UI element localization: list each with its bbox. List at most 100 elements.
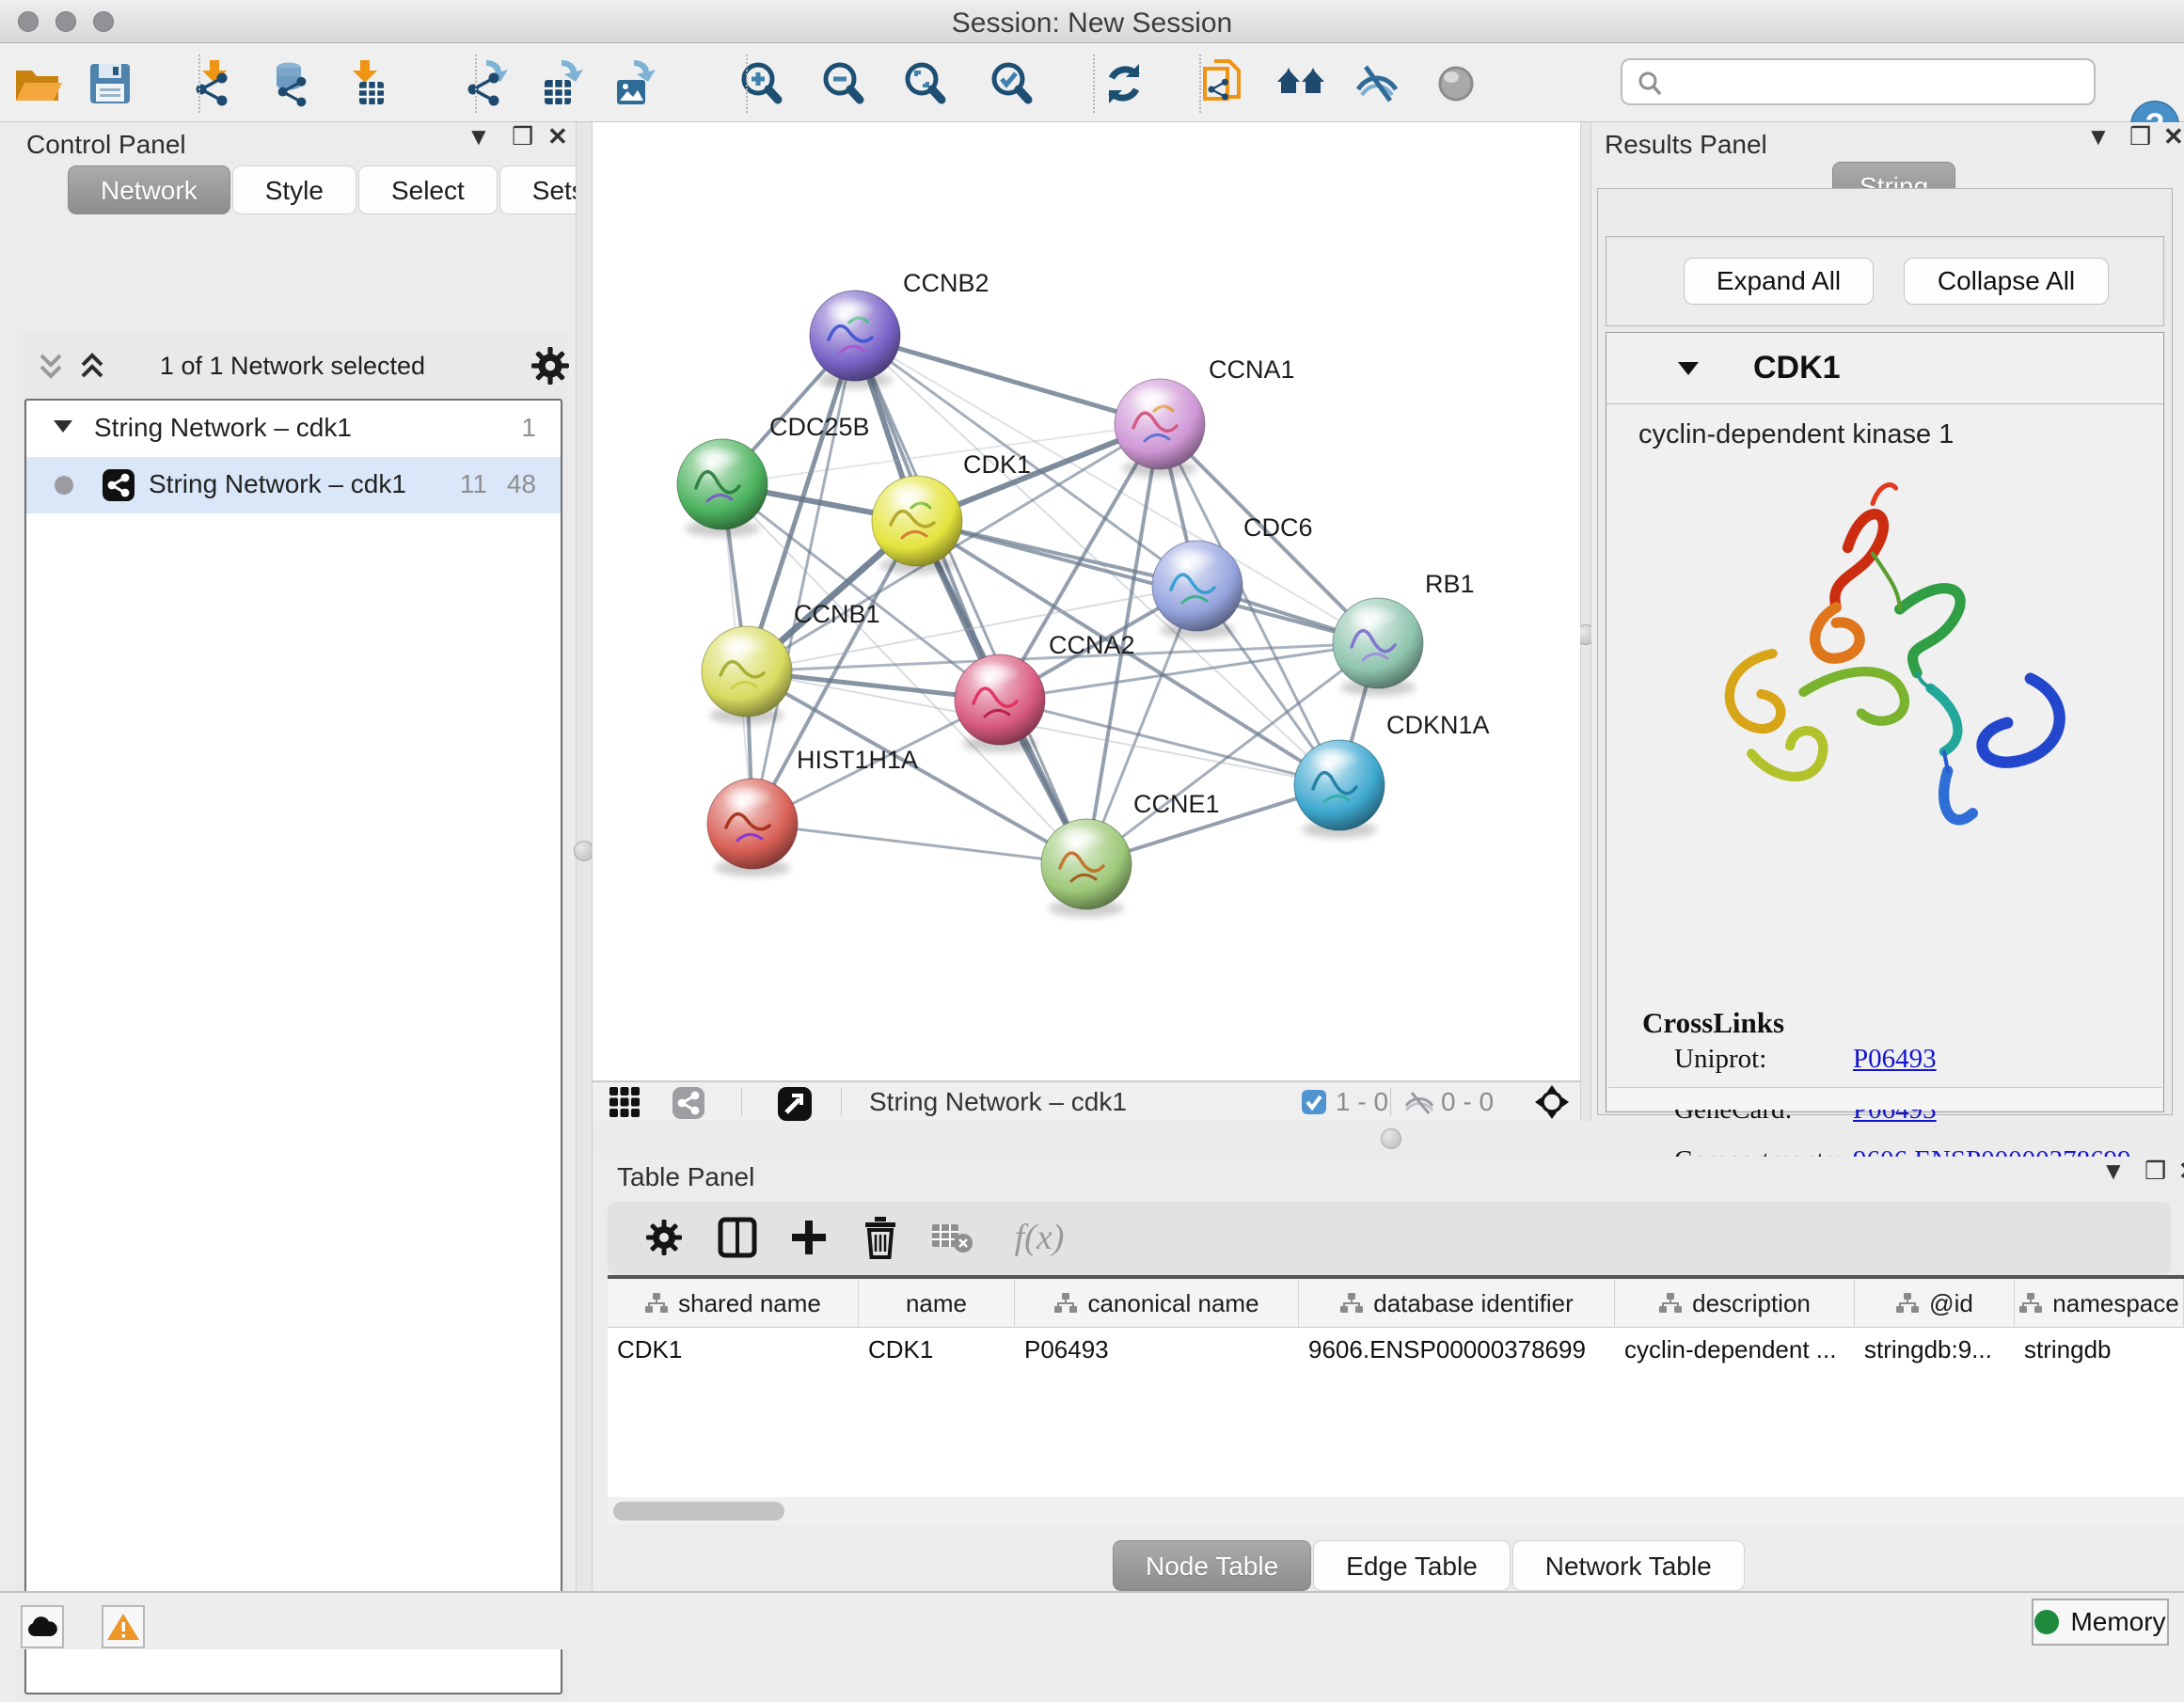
memory-label: Memory [2070,1607,2165,1637]
results-panel-float-icon[interactable]: ❒ [2129,122,2151,156]
show-columns-icon[interactable] [711,1211,764,1264]
tab-select[interactable]: Select [358,165,498,214]
gene-description: cyclin-dependent kinase 1 [1638,419,1954,450]
cell-namespace[interactable]: stringdb [2015,1328,2184,1371]
control-panel-close-icon[interactable]: ✕ [547,122,568,156]
crosslink-link[interactable]: P06493 [1853,1044,1937,1075]
network-collection-row[interactable]: String Network – cdk1 1 [26,401,561,457]
status-bar: Memory [0,1591,2184,1649]
scrollbar-thumb[interactable] [613,1502,784,1521]
memory-button[interactable]: Memory [2032,1599,2169,1646]
column-header-@id[interactable]: @id [1855,1279,2015,1328]
network-row[interactable]: String Network – cdk1 11 48 [26,457,561,513]
export-image-icon[interactable] [607,56,661,111]
export-network-icon[interactable] [459,56,514,111]
table-row[interactable]: CDK1CDK1P064939606.ENSP00000378699cyclin… [608,1328,2184,1371]
save-icon[interactable] [83,56,137,111]
node-RB1[interactable] [1333,598,1423,696]
add-column-icon[interactable] [783,1211,835,1264]
node-CCNB1[interactable] [702,626,792,724]
selected-checkbox-icon[interactable] [1301,1089,1327,1115]
tab-network-table[interactable]: Network Table [1512,1540,1745,1591]
splitter-handle[interactable] [1381,1128,1401,1149]
string-homes-icon[interactable] [1274,56,1328,111]
import-table-icon[interactable] [338,56,392,111]
import-database-icon[interactable] [262,56,317,111]
grid-view-icon[interactable] [609,1086,641,1118]
tab-network[interactable]: Network [68,165,230,214]
search-input[interactable] [1673,64,2087,100]
column-header-shared-name[interactable]: shared name [608,1279,859,1328]
cell-database-identifier[interactable]: 9606.ENSP00000378699 [1299,1328,1615,1371]
table-settings-gear-icon[interactable] [638,1211,690,1264]
eye-hide-icon[interactable] [1350,56,1404,111]
refresh-icon[interactable] [1097,56,1151,111]
table-panel-close-icon[interactable]: ✕ [2178,1157,2184,1190]
gene-section-header[interactable]: CDK1 [1606,333,2163,404]
results-panel-close-icon[interactable]: ✕ [2163,122,2184,156]
cell-@id[interactable]: stringdb:9... [1855,1328,2015,1371]
fit-selected-crosshair-icon[interactable] [1533,1083,1571,1121]
warning-icon[interactable] [102,1605,145,1648]
right-splitter[interactable] [1580,122,1591,1121]
snapshot-icon[interactable] [1196,56,1251,111]
column-header-name[interactable]: name [859,1279,1015,1328]
network-list: String Network – cdk1 1 String Network –… [24,399,562,1694]
collapse-all-button[interactable]: Collapse All [1904,258,2109,305]
table-panel-collapse-icon[interactable]: ▼ [2101,1157,2126,1190]
table-hscrollbar[interactable] [608,1497,2184,1525]
hidden-eye-slash-icon[interactable] [1403,1091,1435,1115]
collection-label: String Network – cdk1 [94,413,352,443]
zoom-in-icon[interactable] [735,56,789,111]
control-panel-collapse-icon[interactable]: ▼ [467,122,491,156]
control-panel-float-icon[interactable]: ❒ [512,122,533,156]
cell-description[interactable]: cyclin-dependent ... [1615,1328,1855,1371]
collection-expander-icon[interactable] [51,414,75,438]
tab-edge-table[interactable]: Edge Table [1313,1540,1511,1591]
column-header-canonical-name[interactable]: canonical name [1015,1279,1299,1328]
cell-shared-name[interactable]: CDK1 [608,1328,859,1371]
left-splitter[interactable] [576,122,593,1591]
column-header-namespace[interactable]: namespace [2015,1279,2184,1328]
zoom-selected-icon[interactable] [985,56,1039,111]
table-panel-float-icon[interactable]: ❒ [2144,1157,2166,1190]
edge-CCNB2-CCNA1[interactable] [855,336,1160,424]
cell-canonical-name[interactable]: P06493 [1015,1328,1299,1371]
node-CDK1[interactable] [872,476,962,574]
node-CDC25B[interactable] [677,439,768,537]
node-CDKN1A[interactable] [1294,740,1385,838]
function-builder-button[interactable]: f(x) [997,1211,1082,1264]
birdseye-view-icon[interactable] [777,1086,813,1122]
node-HIST1H1A[interactable] [707,779,798,876]
export-table-icon[interactable] [534,56,589,111]
results-panel-title: Results Panel [1605,130,1767,160]
node-CCNA1[interactable] [1115,379,1205,477]
edge-HIST1H1A-CCNE1[interactable] [752,824,1086,864]
open-folder-icon[interactable] [10,56,65,111]
zoom-fit-icon[interactable] [898,56,953,111]
gene-expander-icon[interactable] [1676,357,1701,380]
network-options-gear-icon[interactable] [530,346,570,386]
import-network-icon[interactable] [187,56,242,111]
delete-table-icon[interactable] [926,1211,978,1264]
column-header-description[interactable]: description [1615,1279,1855,1328]
tab-style[interactable]: Style [232,165,356,214]
tab-node-table[interactable]: Node Table [1113,1540,1311,1591]
column-header-database-identifier[interactable]: database identifier [1299,1279,1615,1328]
splitter-handle[interactable] [574,841,594,861]
node-label-CCNA2: CCNA2 [1049,631,1135,659]
cell-name[interactable]: CDK1 [859,1328,1015,1371]
cloud-icon[interactable] [21,1605,64,1648]
delete-column-icon[interactable] [854,1211,907,1264]
zoom-out-icon[interactable] [816,56,871,111]
network-view-canvas[interactable]: CCNB2 CCNA1 CDC25B CDK1 [593,122,1580,1081]
node-label-CDC6: CDC6 [1243,513,1313,542]
node-CCNE1[interactable] [1041,819,1132,917]
network-view-icon[interactable] [672,1086,705,1120]
eye-gray-icon[interactable] [1429,56,1483,111]
results-hscrollbar[interactable] [1608,1087,2161,1110]
expand-all-button[interactable]: Expand All [1684,258,1874,305]
edge-CCNB2-CCNE1[interactable] [855,336,1086,864]
node-label-CCNA1: CCNA1 [1209,355,1295,384]
results-panel-collapse-icon[interactable]: ▼ [2086,122,2111,156]
